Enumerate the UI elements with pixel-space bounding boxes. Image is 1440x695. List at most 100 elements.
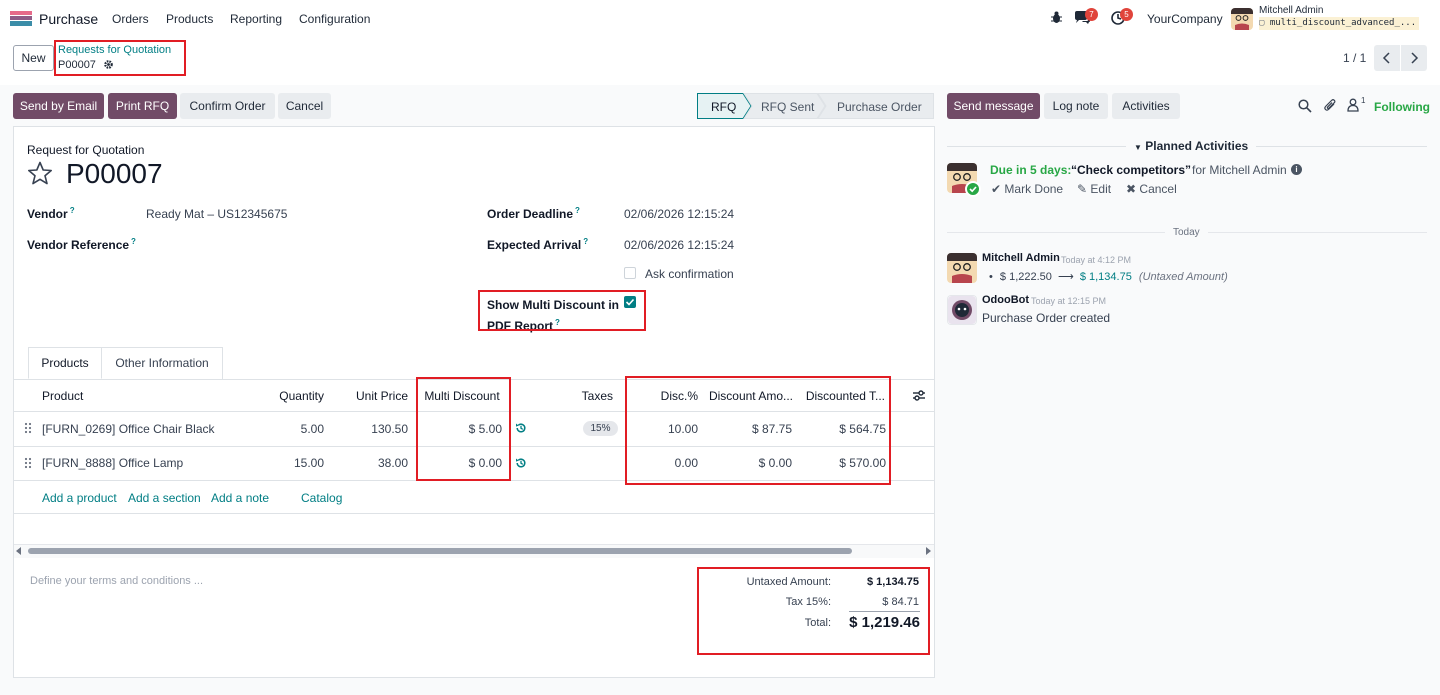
status-rfq-sent[interactable]: RFQ Sent [761,100,814,114]
menu-reporting[interactable]: Reporting [230,12,282,26]
tab-products[interactable]: Products [28,347,102,379]
row-product[interactable]: [FURN_8888] Office Lamp [42,456,183,470]
message-time: Today at 12:15 PM [1031,296,1107,306]
tab-other-information[interactable]: Other Information [102,347,223,379]
catalog-link[interactable]: Catalog [301,491,342,505]
column-quantity[interactable]: Quantity [240,389,324,403]
row-product[interactable]: [FURN_0269] Office Chair Black [42,422,215,436]
user-name[interactable]: Mitchell Admin [1259,5,1323,16]
today-label: Today [1165,227,1208,238]
database-name-tag: ▢ multi_discount_advanced_... [1259,17,1420,30]
scroll-left-arrow-icon[interactable] [16,547,22,555]
database-icon: ▢ [1259,18,1265,28]
edit-activity-button[interactable]: ✎ Edit [1077,182,1111,196]
activities-badge: 5 [1120,8,1133,21]
arrow-right-icon: ⟶ [1057,271,1074,283]
print-rfq-button[interactable]: Print RFQ [108,93,177,119]
status-bar: RFQ RFQ Sent Purchase Order [697,93,934,119]
vendor-label-text: Vendor [27,207,68,221]
history-icon[interactable] [515,422,527,434]
info-icon[interactable]: i [1291,164,1302,175]
new-button[interactable]: New [13,45,54,71]
column-product[interactable]: Product [42,389,83,403]
planned-activities-header[interactable]: ▼ Planned Activities [1126,139,1257,153]
search-icon[interactable] [1298,99,1312,113]
highlight-multi-discount-column [416,377,511,481]
menu-products[interactable]: Products [166,12,213,26]
company-switcher[interactable]: YourCompany [1147,12,1223,26]
vendor-label: Vendor? [27,206,75,221]
menu-configuration[interactable]: Configuration [299,12,370,26]
tracking-old-value: $ 1,222.50 [999,271,1052,283]
planned-activities-title: Planned Activities [1145,139,1249,153]
terms-conditions-input[interactable]: Define your terms and conditions ... [30,575,203,587]
scrollbar-thumb[interactable] [28,548,852,554]
app-logo-icon[interactable] [10,11,32,26]
drag-handle-icon[interactable] [24,422,32,434]
vendor-reference-help-icon[interactable]: ? [131,237,136,246]
optional-columns-toggle-icon[interactable] [912,389,926,402]
followers-icon[interactable] [1347,98,1359,112]
order-deadline-field[interactable]: 02/06/2026 12:15:24 [624,207,734,221]
cancel-order-button[interactable]: Cancel [278,93,331,119]
pager-next-button[interactable] [1401,45,1427,71]
activity-done-check-icon [965,181,981,197]
debug-bug-icon[interactable] [1050,11,1063,24]
pager-value[interactable]: 1 / 1 [1343,51,1366,65]
add-section-link[interactable]: Add a section [128,491,201,505]
row-quantity[interactable]: 15.00 [240,456,324,470]
scroll-right-arrow-icon[interactable] [925,547,931,555]
history-icon[interactable] [515,457,527,469]
messages-badge: 7 [1085,8,1098,21]
user-avatar[interactable] [1231,8,1253,30]
message-body: Purchase Order created [982,311,1111,325]
column-taxes[interactable]: Taxes [560,389,613,403]
status-rfq[interactable]: RFQ [711,100,736,114]
menu-orders[interactable]: Orders [112,12,149,26]
tracking-field-name: (Untaxed Amount) [1138,271,1228,283]
message-author[interactable]: OdooBot [982,294,1029,306]
log-note-button[interactable]: Log note [1044,93,1108,119]
status-purchase-order[interactable]: Purchase Order [837,100,922,114]
row-unit-price[interactable]: 38.00 [330,456,408,470]
add-note-link[interactable]: Add a note [211,491,269,505]
vendor-reference-label: Vendor Reference? [27,237,136,252]
highlight-totals [697,567,930,655]
database-name: multi_discount_advanced_... [1269,18,1417,28]
row-quantity[interactable]: 5.00 [240,422,324,436]
activity-assignee: for Mitchell Admin [1192,163,1287,177]
activities-button[interactable]: Activities [1112,93,1180,119]
vendor-field[interactable]: Ready Mat – US12345675 [146,207,287,221]
drag-handle-icon[interactable] [24,457,32,469]
message-author-avatar[interactable] [947,253,977,283]
ask-confirmation-checkbox[interactable] [624,267,636,279]
expected-arrival-help-icon[interactable]: ? [583,237,588,246]
order-deadline-help-icon[interactable]: ? [575,206,580,215]
bullet-icon: • [989,271,993,283]
tax-tag[interactable]: 15% [583,421,618,436]
top-navbar: Purchase Orders Products Reporting Confi… [0,0,1440,38]
confirm-order-button[interactable]: Confirm Order [180,93,275,119]
expected-arrival-field[interactable]: 02/06/2026 12:15:24 [624,238,734,252]
column-unit-price[interactable]: Unit Price [330,389,408,403]
paperclip-icon[interactable] [1323,98,1337,113]
message-author[interactable]: Mitchell Admin [982,252,1060,264]
send-message-button[interactable]: Send message [947,93,1040,119]
pager-previous-button[interactable] [1374,45,1400,71]
row-unit-price[interactable]: 130.50 [330,422,408,436]
expected-arrival-label: Expected Arrival? [487,237,588,252]
following-button[interactable]: Following [1374,100,1430,114]
highlight-discount-columns [625,376,891,485]
cancel-activity-button[interactable]: ✖ Cancel [1126,182,1177,196]
send-by-email-button[interactable]: Send by Email [13,93,104,119]
mark-done-button[interactable]: ✔ Mark Done [991,182,1063,196]
add-product-link[interactable]: Add a product [42,491,117,505]
favorite-star-icon[interactable] [27,161,53,186]
vendor-reference-label-text: Vendor Reference [27,238,130,252]
vendor-reference-input[interactable] [146,233,446,253]
vendor-help-icon[interactable]: ? [70,206,75,215]
app-title[interactable]: Purchase [39,11,98,27]
odoobot-avatar[interactable] [947,295,977,325]
activity-title: “Check competitors” [1071,163,1192,177]
ask-confirmation-label: Ask confirmation [645,267,734,281]
